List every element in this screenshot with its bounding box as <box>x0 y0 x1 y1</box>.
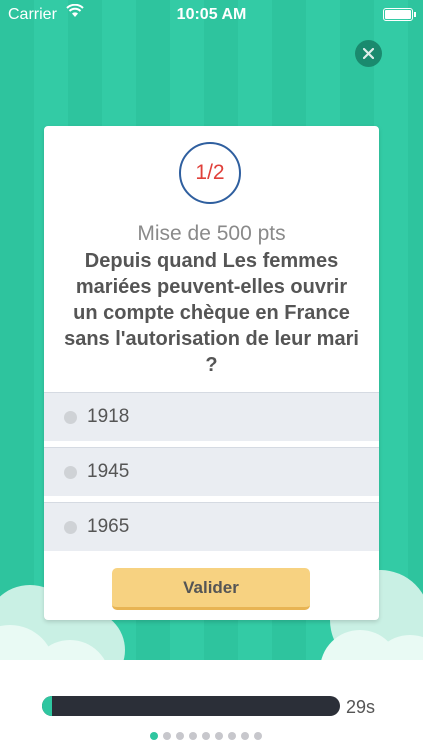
question-progress: 1/2 <box>195 161 225 184</box>
page-dot[interactable] <box>254 732 262 740</box>
radio-icon <box>64 465 77 479</box>
page-dot[interactable] <box>202 732 210 740</box>
page-dot[interactable] <box>189 732 197 740</box>
radio-icon <box>64 410 77 424</box>
close-icon <box>363 48 374 59</box>
validate-button[interactable]: Valider <box>112 568 310 610</box>
stake-label: Mise de 500 pts <box>137 222 286 245</box>
answer-label: 1918 <box>87 406 130 427</box>
close-button[interactable] <box>355 40 382 67</box>
page-dot[interactable] <box>215 732 223 740</box>
answer-list: 1918 1945 1965 <box>44 392 379 557</box>
radio-icon <box>64 520 77 534</box>
page-dot[interactable] <box>163 732 171 740</box>
question-progress-badge: 1/2 <box>179 142 241 204</box>
timer-label: 29s <box>346 697 376 717</box>
quiz-card: 1/2 Mise de 500 pts Depuis quand Les fem… <box>44 126 379 620</box>
answer-option[interactable]: 1945 <box>44 447 379 496</box>
timer-bar <box>42 696 340 716</box>
page-indicator <box>150 732 262 740</box>
answer-option[interactable]: 1965 <box>44 502 379 551</box>
answer-label: 1945 <box>87 461 130 482</box>
battery-icon <box>383 8 416 21</box>
status-bar: Carrier 10:05 AM <box>0 0 423 30</box>
page-dot[interactable] <box>241 732 249 740</box>
page-dot[interactable] <box>228 732 236 740</box>
status-time: 10:05 AM <box>176 6 247 23</box>
page-dot[interactable] <box>150 732 158 740</box>
answer-label: 1965 <box>87 516 130 537</box>
answer-option[interactable]: 1918 <box>44 392 379 441</box>
question-text: Depuis quand Les femmes mariées peuvent-… <box>64 250 359 376</box>
page-dot[interactable] <box>176 732 184 740</box>
